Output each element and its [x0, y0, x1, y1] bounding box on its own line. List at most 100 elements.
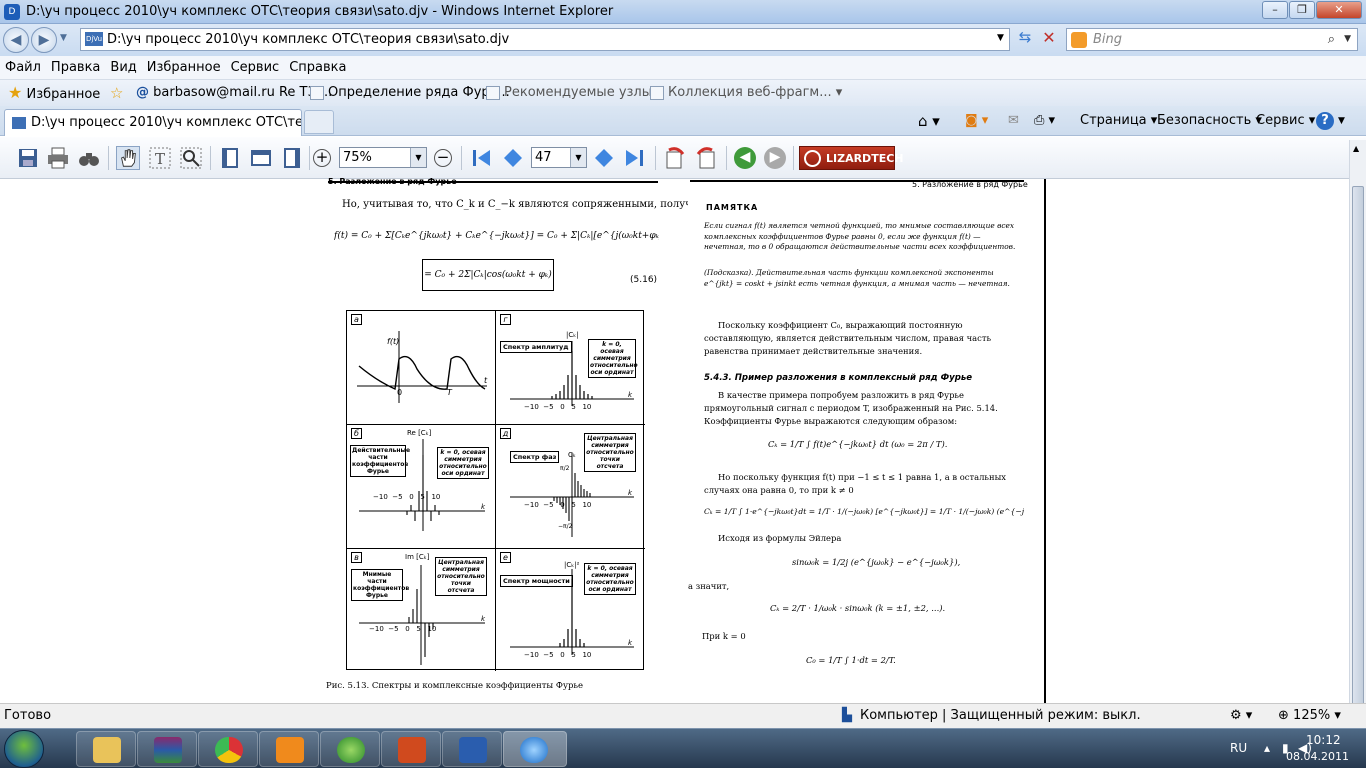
media-center-icon — [337, 737, 365, 763]
menu-edit[interactable]: Правка — [46, 56, 105, 80]
favorites-button[interactable]: ★ Избранное — [8, 80, 100, 106]
fit-page-icon[interactable] — [280, 146, 304, 170]
zoom-select[interactable]: 75% ▼ — [339, 147, 427, 168]
taskbar-media-player[interactable] — [259, 731, 319, 767]
zoom-select-icon[interactable] — [179, 146, 203, 170]
menu-file[interactable]: Файл — [0, 56, 46, 80]
hand-tool-icon[interactable] — [116, 146, 140, 170]
compat-view-icon[interactable]: ⇆ — [1014, 28, 1036, 50]
fav-item-webslices-label: Коллекция веб-фрагм... ▾ — [668, 85, 843, 100]
zoom-level[interactable]: ⊕ 125% ▾ — [1278, 704, 1341, 728]
axis-label-ft: f(t) — [387, 337, 400, 346]
ie-icon — [520, 737, 548, 763]
lizardtech-logo[interactable]: LIZARDTECH — [799, 146, 904, 170]
binoculars-icon[interactable] — [77, 146, 101, 170]
search-placeholder: Bing — [1093, 32, 1123, 47]
stop-icon[interactable]: ✕ — [1038, 28, 1060, 50]
close-button[interactable]: ✕ — [1316, 1, 1362, 19]
menu-tools[interactable]: Сервис — [226, 56, 285, 80]
paragraph-5: а значит, — [688, 581, 730, 591]
scroll-up-icon[interactable]: ▲ — [1353, 144, 1359, 153]
start-button[interactable] — [4, 730, 44, 768]
single-page-icon[interactable] — [218, 146, 242, 170]
djvu-file-icon: D — [4, 4, 20, 20]
safety-menu[interactable]: Безопасность ▾ — [1157, 112, 1262, 130]
help-icon[interactable]: ? — [1316, 112, 1334, 130]
page-menu[interactable]: Страница ▾ — [1080, 112, 1157, 130]
help-dropdown-icon[interactable]: ▼ — [1338, 112, 1345, 130]
home-icon[interactable]: ⌂ ▾ — [918, 112, 940, 130]
language-indicator[interactable]: RU — [1230, 741, 1247, 755]
text-select-icon[interactable]: T — [148, 146, 172, 170]
history-dropdown-icon[interactable]: ▼ — [60, 33, 67, 43]
history-back-icon[interactable]: ◀ — [734, 147, 756, 169]
add-favorite-button[interactable]: ☆ — [110, 80, 123, 106]
tools-menu[interactable]: Сервис ▾ — [1256, 112, 1315, 130]
search-dropdown-icon[interactable]: ▼ — [1344, 29, 1351, 50]
history-forward-icon[interactable]: ▶ — [764, 147, 786, 169]
protected-mode-icon[interactable]: ⚙ ▾ — [1230, 704, 1252, 728]
forward-button[interactable]: ▶ — [31, 27, 57, 53]
taskbar-media-center[interactable] — [320, 731, 380, 767]
title-bar: D D:\уч процесс 2010\уч комплекс ОТС\тео… — [0, 0, 1366, 24]
taskbar-explorer[interactable] — [76, 731, 136, 767]
rss-icon[interactable]: ◙ ▾ — [965, 112, 988, 130]
separator — [210, 146, 211, 170]
fav-item-suggested[interactable]: Рекомендуемые узлы ▾ — [486, 80, 663, 106]
continuous-page-icon[interactable] — [249, 146, 273, 170]
menu-view[interactable]: Вид — [105, 56, 141, 80]
chevron-down-icon[interactable]: ▼ — [410, 148, 426, 167]
fav-item-webslices[interactable]: Коллекция веб-фрагм... ▾ — [650, 80, 842, 106]
back-button[interactable]: ◀ — [3, 27, 29, 53]
djvu-page-icon: DjVu — [85, 32, 103, 46]
clock-date[interactable]: 08.04.2011 — [1286, 750, 1349, 763]
print-icon[interactable] — [46, 146, 70, 170]
menu-favorites[interactable]: Избранное — [142, 56, 226, 80]
menu-bar: Файл Правка Вид Избранное Сервис Справка — [0, 56, 1366, 80]
taskbar-chrome[interactable] — [198, 731, 258, 767]
search-box[interactable]: Bing ⌕ ▼ — [1066, 28, 1358, 51]
new-tab-button[interactable] — [304, 110, 334, 134]
paragraph-intro: Но, учитывая то, что C_k и C_−k являются… — [342, 199, 707, 210]
menu-help[interactable]: Справка — [284, 56, 351, 80]
taskbar-winrar[interactable] — [137, 731, 197, 767]
zoom-out-icon[interactable]: − — [434, 149, 452, 167]
next-page-icon[interactable] — [592, 146, 616, 170]
taskbar-powerpoint[interactable] — [381, 731, 441, 767]
fav-item-fourier[interactable]: Определение ряда Фурь... — [310, 80, 510, 106]
separator — [793, 146, 794, 170]
mail-icon[interactable]: ✉ — [1008, 112, 1019, 130]
taskbar-ie[interactable] — [503, 731, 567, 767]
clock-time[interactable]: 10:12 — [1306, 733, 1341, 747]
rotate-left-icon[interactable] — [663, 146, 687, 170]
vertical-scrollbar[interactable]: ▲ — [1349, 140, 1366, 768]
last-page-icon[interactable] — [622, 146, 646, 170]
axis-label-k: k — [481, 503, 486, 511]
address-bar[interactable]: DjVu D:\уч процесс 2010\уч комплекс ОТС\т… — [80, 28, 1010, 51]
axis-ticks: −10 −5 0 5 10 — [373, 493, 441, 501]
save-icon[interactable] — [16, 146, 40, 170]
page-number-input[interactable]: 47 ▼ — [531, 147, 587, 168]
zoom-icon: ⊕ — [1278, 708, 1289, 723]
print-icon[interactable]: ⎙ ▾ — [1034, 112, 1055, 130]
tab-active[interactable]: D:\уч процесс 2010\уч комплекс ОТС\теори… — [4, 109, 302, 136]
first-page-icon[interactable] — [470, 146, 494, 170]
rotate-right-icon[interactable] — [694, 146, 718, 170]
taskbar-word[interactable] — [442, 731, 502, 767]
paragraph-6: При k = 0 — [702, 631, 746, 641]
zoom-in-icon[interactable]: + — [313, 149, 331, 167]
tray-chevron-icon[interactable]: ▴ — [1264, 741, 1270, 755]
search-icon[interactable]: ⌕ — [1328, 29, 1335, 50]
separator — [309, 146, 310, 170]
bing-icon — [1071, 32, 1087, 48]
address-dropdown-icon[interactable]: ▼ — [997, 33, 1004, 43]
powerpoint-icon — [398, 737, 426, 763]
running-header-right: 5. Разложение в ряд Фурье — [912, 180, 1028, 189]
chevron-down-icon[interactable]: ▼ — [570, 148, 586, 167]
minimize-button[interactable]: – — [1262, 1, 1288, 19]
scroll-thumb[interactable] — [1352, 186, 1364, 768]
fav-item-mail[interactable]: @ barbasow@mail.ru Re T3 ... — [136, 80, 332, 106]
prev-page-icon[interactable] — [501, 146, 525, 170]
maximize-button[interactable]: ❐ — [1289, 1, 1315, 19]
axis-label-k: k — [628, 639, 633, 647]
